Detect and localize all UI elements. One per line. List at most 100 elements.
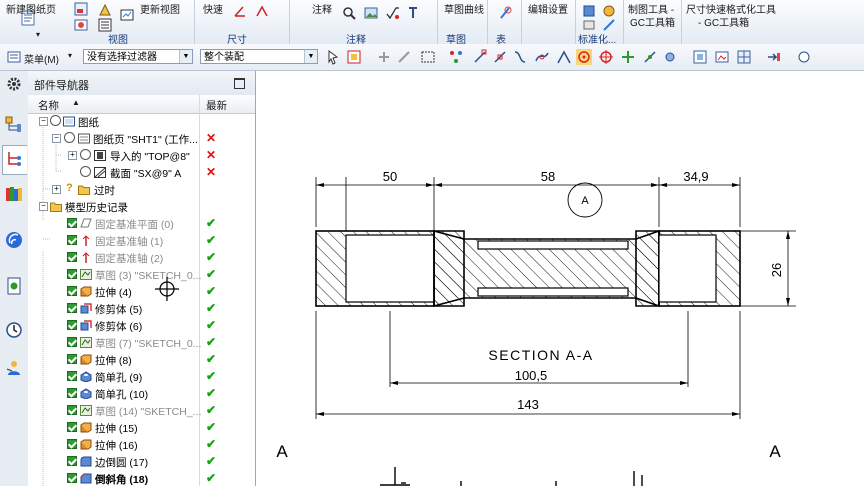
section-title[interactable]: SECTION A-A — [488, 347, 593, 363]
snap-intersection-icon[interactable] — [534, 49, 550, 65]
tree-row-section-view[interactable]: 截面 "SX@9" A ✕ — [28, 164, 255, 181]
dimension-100-5[interactable]: 100,5 — [515, 368, 548, 383]
dimension-34-9[interactable]: 34,9 — [683, 169, 708, 184]
select-icon-2[interactable] — [346, 49, 362, 65]
expand-toggle[interactable]: + — [52, 185, 61, 194]
view-icon-1[interactable] — [74, 2, 88, 16]
clock-icon[interactable] — [5, 321, 23, 339]
view-icon-5[interactable] — [120, 8, 134, 22]
quick-dimension-button[interactable]: 快速 — [203, 1, 223, 16]
tree-row-feature[interactable]: 修剪体 (5) ✔ — [28, 300, 255, 317]
text-annotation-icon[interactable] — [406, 6, 420, 20]
collapse-toggle[interactable]: − — [52, 134, 61, 143]
image-icon[interactable] — [364, 6, 378, 20]
sketch-curve-button[interactable]: 草图曲线 — [444, 1, 484, 16]
tree-row-imported-view[interactable]: + 导入的 "TOP@8" ✕ — [28, 147, 255, 164]
assembly-navigator-icon[interactable] — [5, 115, 23, 133]
dim-format-label-2[interactable]: - GC工具箱 — [698, 14, 749, 29]
tree-row-feature[interactable]: 修剪体 (6) ✔ — [28, 317, 255, 334]
snap-center-icon[interactable] — [576, 49, 592, 65]
view-tool-icon-5[interactable] — [796, 49, 812, 65]
visibility-checkbox[interactable] — [67, 303, 77, 313]
visibility-checkbox[interactable] — [67, 371, 77, 381]
snap-control-icon[interactable] — [512, 49, 528, 65]
tree-row-feature[interactable]: 边倒圆 (17) ✔ — [28, 453, 255, 470]
standard-icon-1[interactable] — [582, 4, 596, 18]
tree-row-feature[interactable]: 简单孔 (9) ✔ — [28, 368, 255, 385]
tree-row-outdated[interactable]: + ? 过时 — [28, 181, 255, 198]
menu-button[interactable]: 菜单(M) — [24, 51, 59, 66]
gear-icon[interactable] — [5, 75, 23, 93]
tree-row-feature[interactable]: 拉伸 (15) ✔ — [28, 419, 255, 436]
update-view-button[interactable]: 更新视图 — [140, 1, 180, 16]
tree-row-feature[interactable]: 拉伸 (16) ✔ — [28, 436, 255, 453]
standard-icon-4[interactable] — [602, 18, 616, 32]
view-icon-4[interactable] — [98, 18, 112, 32]
view-tool-icon-4[interactable] — [766, 49, 782, 65]
select-icon-1[interactable] — [326, 49, 342, 65]
tree-row-model-history[interactable]: − 模型历史记录 — [28, 198, 255, 215]
visibility-checkbox[interactable] — [67, 252, 77, 262]
visibility-checkbox[interactable] — [67, 337, 77, 347]
select-icon-4[interactable] — [396, 49, 412, 65]
chevron-down-icon[interactable]: ▼ — [179, 50, 192, 63]
visibility-checkbox[interactable] — [67, 269, 77, 279]
snap-existing-point-icon[interactable] — [620, 49, 636, 65]
visibility-checkbox[interactable] — [67, 388, 77, 398]
part-navigator-icon[interactable] — [5, 150, 23, 168]
selection-filter-select[interactable]: 没有选择过滤器 ▼ — [83, 49, 193, 64]
web-browser-icon[interactable] — [5, 231, 23, 249]
assembly-scope-select[interactable]: 整个装配 ▼ — [200, 49, 318, 64]
sort-ascending-icon[interactable]: ▲ — [72, 98, 80, 107]
annotation-button[interactable]: 注释 — [312, 1, 332, 16]
partial-view-bottom[interactable] — [380, 467, 643, 486]
visibility-checkbox[interactable] — [67, 473, 77, 483]
tree-row-feature[interactable]: 倒斜角 (18) ✔ — [28, 470, 255, 487]
snap-midpoint-icon[interactable] — [492, 49, 508, 65]
snap-points-icon[interactable] — [448, 49, 464, 65]
part-section[interactable] — [315, 229, 741, 308]
tree-row-drawing[interactable]: − 图纸 — [28, 113, 255, 130]
visibility-checkbox[interactable] — [67, 286, 77, 296]
column-name-header[interactable]: 名称 — [38, 98, 59, 113]
collapse-toggle[interactable]: − — [39, 117, 48, 126]
section-cut-label-right[interactable]: A — [769, 442, 781, 461]
radial-dimension-icon[interactable] — [255, 4, 269, 18]
dimension-58[interactable]: 58 — [541, 169, 555, 184]
visibility-checkbox[interactable] — [67, 235, 77, 245]
tree-row-feature[interactable]: 草图 (3) "SKETCH_0... ✔ — [28, 266, 255, 283]
tree-row-feature[interactable]: 简单孔 (10) ✔ — [28, 385, 255, 402]
visibility-checkbox[interactable] — [67, 422, 77, 432]
tree-row-sheet[interactable]: − 图纸页 "SHT1" (工作... ✕ — [28, 130, 255, 147]
reuse-library-icon[interactable] — [5, 185, 23, 203]
visibility-checkbox[interactable] — [67, 354, 77, 364]
standard-icon-2[interactable] — [602, 4, 616, 18]
snap-point-icon[interactable] — [662, 49, 678, 65]
tree-row-feature[interactable]: 拉伸 (8) ✔ — [28, 351, 255, 368]
tree-row-feature[interactable]: 固定基准轴 (1) ✔ — [28, 232, 255, 249]
expand-toggle[interactable]: + — [68, 151, 77, 160]
visibility-checkbox[interactable] — [67, 439, 77, 449]
new-sheet-dropdown[interactable]: ▾ — [36, 30, 40, 39]
tree-row-feature[interactable]: 固定基准轴 (2) ✔ — [28, 249, 255, 266]
tree-row-feature[interactable]: 拉伸 (4) ✔ — [28, 283, 255, 300]
dimension-50[interactable]: 50 — [383, 169, 397, 184]
angle-dimension-icon[interactable] — [233, 4, 247, 18]
snap-on-curve-icon[interactable] — [642, 49, 658, 65]
view-tool-icon-2[interactable] — [714, 49, 730, 65]
view-tool-icon-1[interactable] — [692, 49, 708, 65]
snap-quadrant-icon[interactable] — [598, 49, 614, 65]
view-icon-2[interactable] — [98, 3, 112, 17]
rectangle-select-icon[interactable] — [420, 49, 436, 65]
table-icon[interactable] — [498, 6, 512, 20]
search-icon[interactable] — [342, 6, 356, 20]
collapse-toggle[interactable]: − — [39, 202, 48, 211]
menu-icon[interactable] — [6, 49, 22, 65]
snap-endpoint-icon[interactable] — [472, 49, 488, 65]
view-tool-icon-3[interactable] — [736, 49, 752, 65]
dimension-143[interactable]: 143 — [517, 397, 539, 412]
tree-row-feature[interactable]: 固定基准平面 (0) ✔ — [28, 215, 255, 232]
history-palette-icon[interactable] — [5, 277, 23, 295]
visibility-checkbox[interactable] — [67, 456, 77, 466]
column-latest-header[interactable]: 最新 — [206, 98, 227, 113]
